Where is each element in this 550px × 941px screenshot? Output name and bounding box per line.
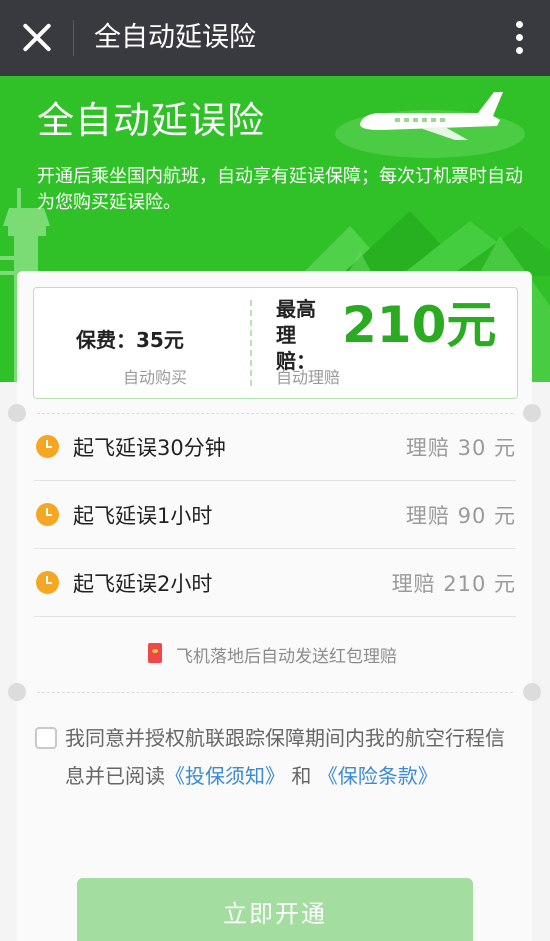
page-title: 全自动延误险 [94,22,256,53]
max-claim-label: 最高理赔： [276,297,316,373]
ticket-notch-left [8,404,26,422]
list-item: 起飞延误1小时 理赔 90 元 [34,481,516,549]
list-item: 起飞延误2小时 理赔 210 元 [34,549,516,617]
insurance-card: 保费：35元 自动购买 最高理赔： 210元 自动理赔 起飞延误30分钟 理赔 … [8,271,541,941]
claim-amount: 理赔 90 元 [405,504,516,528]
ticket-notch-right [523,683,541,701]
close-icon[interactable] [20,20,54,54]
activate-button[interactable]: 立即开通 [77,878,473,941]
delay-label: 起飞延误1小时 [73,504,213,528]
max-claim-amount: 210元 [342,296,497,354]
clock-icon [36,571,59,594]
claim-amount: 理赔 210 元 [391,572,516,596]
dashed-divider [37,692,513,693]
agreement-text: 我同意并授权航联跟踪保障期间内我的航空行程信息并已阅读《投保须知》 和 《保险条… [65,719,511,795]
terms-link[interactable]: 《保险条款》 [318,764,438,788]
clock-icon [36,503,59,526]
red-packet-icon [148,643,162,663]
topbar-divider [73,20,74,56]
delay-list: 起飞延误30分钟 理赔 30 元 起飞延误1小时 理赔 90 元 起飞延误2小时… [34,413,516,617]
delay-label: 起飞延误30分钟 [73,436,226,460]
hero-title: 全自动延误险 [37,99,265,142]
hero-description: 开通后乘坐国内航班，自动享有延误保障；每次订机票时自动为您购买延误险。 [37,166,523,213]
ticket-notch-left [8,683,26,701]
red-packet-notice: 飞机落地后自动发送红包理赔 [176,647,397,667]
agreement-body: 我同意并授权航联跟踪保障期间内我的航空行程信息并已阅读 [65,726,505,788]
claim-amount: 理赔 30 元 [405,436,516,460]
agree-checkbox[interactable] [35,727,57,749]
premium-subtext: 自动购买 [123,368,188,387]
top-bar: 全自动延误险 [0,0,550,76]
clock-icon [36,435,59,458]
ticket-notch-right [523,404,541,422]
delay-label: 起飞延误2小时 [73,572,213,596]
more-icon[interactable] [516,21,524,55]
notice-link[interactable]: 《投保须知》 [165,764,285,788]
max-claim-subtext: 自动理赔 [276,368,341,387]
coverage-summary: 保费：35元 自动购买 最高理赔： 210元 自动理赔 [33,287,518,399]
coverage-divider [250,300,252,386]
list-item: 起飞延误30分钟 理赔 30 元 [34,413,516,481]
premium-label: 保费：35元 [76,328,184,352]
agreement-conjunction: 和 [291,764,312,788]
